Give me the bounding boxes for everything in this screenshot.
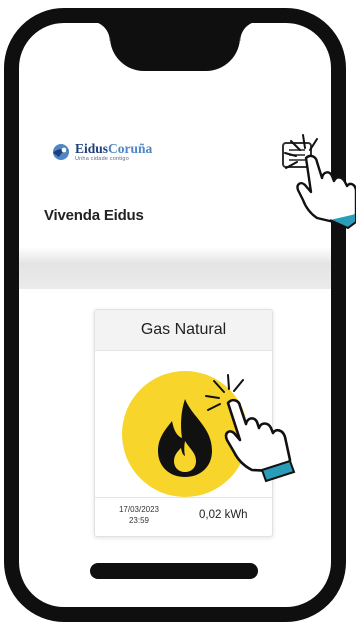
hand-pointer-icon — [205, 374, 296, 483]
hand-pointer-icon — [284, 134, 356, 230]
tap-illustrations — [205, 134, 356, 483]
